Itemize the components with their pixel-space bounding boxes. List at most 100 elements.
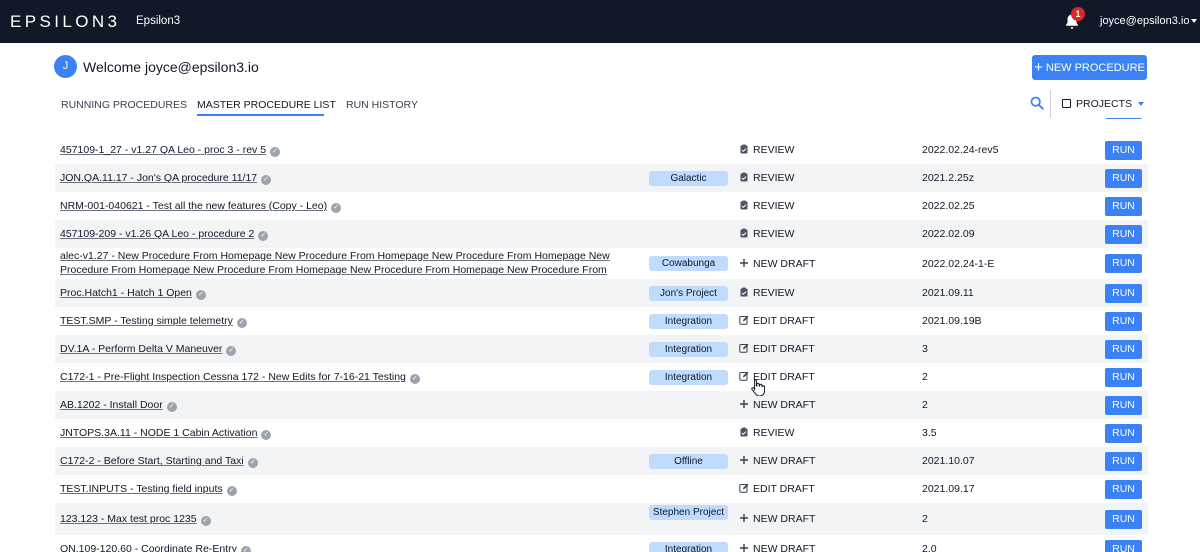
procedure-link[interactable]: TEST.INPUTS - Testing field inputs [60,483,223,495]
app-name[interactable]: Epsilon3 [136,15,180,27]
run-button[interactable]: RUN [1105,540,1142,552]
procedure-name-cell: 123.123 - Max test proc 1235 ✓ [60,513,211,526]
procedure-name-cell: Proc.Hatch1 - Hatch 1 Open ✓ [60,287,206,300]
version-cell: 2 [922,513,928,525]
procedure-link[interactable]: DV.1A - Perform Delta V Maneuver [60,343,222,355]
released-check-icon: ✓ [200,516,211,526]
new-procedure-button[interactable]: + NEW PROCEDURE [1032,55,1147,80]
released-check-icon: ✓ [195,290,206,300]
tab-master-procedure-list[interactable]: MASTER PROCEDURE LIST [197,99,336,111]
procedure-link[interactable]: ON.109-120.60 - Coordinate Re-Entry [60,543,237,552]
procedure-name-cell: TEST.INPUTS - Testing field inputs ✓ [60,483,237,496]
table-row: JNTOPS.3A.11 - NODE 1 Cabin Activation ✓ R… [55,419,1148,447]
version-cell: 2021.09.11 [922,287,974,299]
action-link[interactable]: REVIEW [739,287,794,299]
run-button[interactable]: RUN [1105,169,1142,188]
run-button[interactable]: RUN [1105,284,1142,303]
action-label: EDIT DRAFT [753,343,815,355]
project-tag[interactable]: Integration [649,370,728,385]
project-tag[interactable]: Integration [649,314,728,329]
table-row: C172-2 - Before Start, Starting and Taxi… [55,447,1148,475]
action-link[interactable]: REVIEW [739,200,794,212]
procedure-link[interactable]: 457109-1_27 - v1.27 QA Leo - proc 3 - re… [60,144,266,156]
action-link[interactable]: NEW DRAFT [739,258,815,270]
tab-running-procedures[interactable]: RUNNING PROCEDURES [61,99,187,111]
procedure-link[interactable]: C172-2 - Before Start, Starting and Taxi [60,455,244,467]
run-button[interactable]: RUN [1105,368,1142,387]
run-button[interactable]: RUN [1105,312,1142,331]
procedure-link[interactable]: JON.QA.11.17 - Jon's QA procedure 11/17 [60,172,257,184]
run-button[interactable]: RUN [1105,480,1142,499]
action-link[interactable]: REVIEW [739,172,794,184]
action-label: REVIEW [753,144,795,156]
procedure-name-cell: C172-2 - Before Start, Starting and Taxi… [60,455,258,468]
procedure-name-cell: AB.1202 - Install Door ✓ [60,399,177,412]
run-button[interactable]: RUN [1105,225,1142,244]
project-tag[interactable]: Stephen Project [649,505,728,520]
action-link[interactable]: NEW DRAFT [739,543,815,552]
clipboard-icon [739,200,749,210]
released-check-icon: ✓ [261,175,272,185]
project-tag[interactable]: Offline [649,454,728,469]
procedure-name-cell: ON.109-120.60 - Coordinate Re-Entry ✓ [60,543,251,552]
run-button[interactable]: RUN [1105,118,1142,119]
action-label: REVIEW [753,427,795,439]
released-check-icon: ✓ [236,318,247,328]
version-cell: 2022.02.09 [922,228,975,240]
procedure-link[interactable]: C172-1 - Pre-Flight Inspection Cessna 17… [60,371,406,383]
run-button[interactable]: RUN [1105,452,1142,471]
caret-down-icon [1138,102,1145,107]
action-label: REVIEW [753,228,795,240]
procedure-link[interactable]: Proc.Hatch1 - Hatch 1 Open [60,287,192,299]
active-tab-indicator [197,114,324,116]
action-link[interactable]: NEW DRAFT [739,455,815,467]
procedure-link[interactable]: AB.1202 - Install Door [60,399,163,411]
released-check-icon: ✓ [331,203,342,213]
run-button[interactable]: RUN [1105,396,1142,415]
run-button[interactable]: RUN [1105,197,1142,216]
epsilon3-logo[interactable]: EPSILON3 [10,12,120,32]
action-link[interactable]: REVIEW [739,427,794,439]
table-row: JON.QA.11.17 - Jon's QA procedure 11/17 ✓… [55,164,1148,192]
user-menu[interactable]: joyce@epsilon3.io [1100,15,1198,27]
action-label: REVIEW [753,172,795,184]
project-tag[interactable]: Integration [649,342,728,357]
released-check-icon: ✓ [258,231,269,241]
table-row: TEST.SMP - Testing simple telemetry ✓ Inte… [55,307,1148,335]
plus-icon [739,455,749,465]
project-tag[interactable]: Integration [649,542,728,552]
version-cell: 2 [922,371,928,383]
search-icon[interactable] [1030,96,1044,110]
project-tag[interactable]: Cowabunga [649,256,728,271]
released-check-icon: ✓ [240,546,251,552]
project-tag[interactable]: Jon's Project [649,286,728,301]
procedure-link[interactable]: 123.123 - Max test proc 1235 [60,513,197,525]
run-button[interactable]: RUN [1105,340,1142,359]
action-link[interactable]: EDIT DRAFT [739,315,815,327]
procedure-name-cell: JON.QA.11.17 - Jon's QA procedure 11/17 ✓ [60,172,272,185]
action-link[interactable]: REVIEW [739,228,794,240]
action-label: REVIEW [753,200,795,212]
action-link[interactable]: REVIEW [739,144,794,156]
table-row: AB.1202 - Install Door ✓ NEW DRAFT 2 RUN [55,391,1148,419]
procedure-link[interactable]: TEST.SMP - Testing simple telemetry [60,315,233,327]
master-procedure-table: RUN 457109-1_27 - v1.27 QA Leo - proc 3 … [55,118,1148,552]
procedure-link[interactable]: 457109-209 - v1.26 QA Leo - procedure 2 [60,228,254,240]
procedure-link[interactable]: NRM-001-040621 - Test all the new featur… [60,200,327,212]
procedure-link[interactable]: JNTOPS.3A.11 - NODE 1 Cabin Activation [60,427,257,439]
run-button[interactable]: RUN [1105,141,1142,160]
run-button[interactable]: RUN [1105,510,1142,529]
tab-run-history[interactable]: RUN HISTORY [346,99,418,111]
projects-filter-dropdown[interactable]: PROJECTS [1062,98,1145,110]
action-link[interactable]: NEW DRAFT [739,513,815,525]
action-link[interactable]: EDIT DRAFT [739,483,815,495]
plus-icon: + [1034,59,1043,76]
action-label: NEW DRAFT [753,258,816,270]
action-link[interactable]: EDIT DRAFT [739,343,815,355]
run-button[interactable]: RUN [1105,254,1142,273]
version-cell: 3 [922,343,928,355]
action-link[interactable]: NEW DRAFT [739,399,815,411]
action-label: NEW DRAFT [753,513,816,525]
project-tag[interactable]: Galactic [649,171,728,186]
run-button[interactable]: RUN [1105,424,1142,443]
